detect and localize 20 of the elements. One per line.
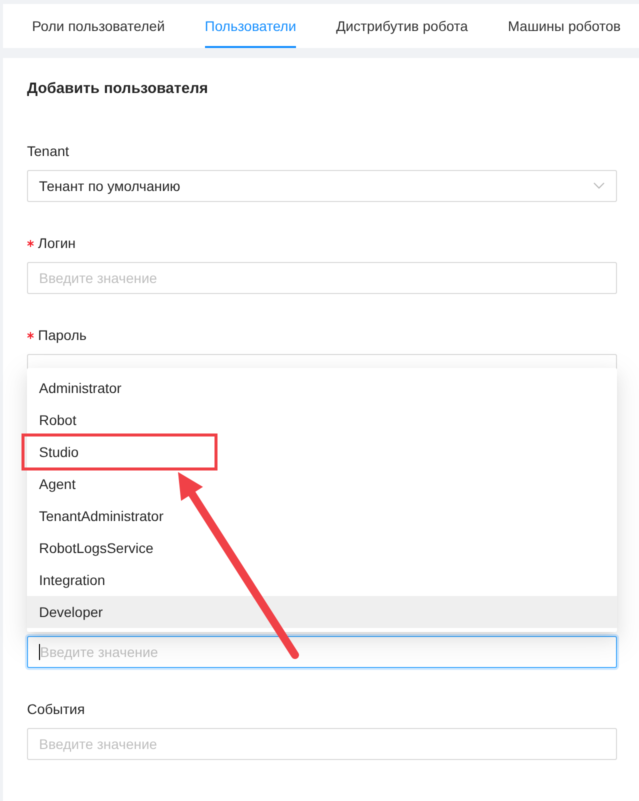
tab[interactable]: Машины роботов: [488, 4, 639, 48]
form-title: Добавить пользователя: [27, 79, 209, 99]
field-label: Tenant: [27, 142, 70, 161]
dropdown-option[interactable]: Studio: [27, 436, 617, 468]
dropdown-option[interactable]: Developer: [27, 596, 617, 628]
dropdown-option[interactable]: Integration: [27, 564, 617, 596]
required-asterisk-icon: [27, 332, 34, 338]
tab[interactable]: Дистрибутив робота: [316, 4, 488, 48]
dropdown-option[interactable]: RobotLogsService: [27, 532, 617, 564]
dropdown-option[interactable]: Agent: [27, 468, 617, 500]
select-field[interactable]: Тенант по умолчанию: [27, 170, 617, 202]
dropdown-option[interactable]: Robot: [27, 404, 617, 436]
dropdown-option[interactable]: Administrator: [27, 372, 617, 404]
field-label: События: [27, 700, 85, 719]
chevron-down-icon: [593, 182, 605, 190]
field-label: Пароль: [38, 326, 87, 345]
dropdown-option[interactable]: TenantAdministrator: [27, 500, 617, 532]
tab[interactable]: Роли пользователей: [12, 4, 185, 48]
required-asterisk-icon: [27, 240, 34, 246]
field-label: Логин: [38, 234, 76, 253]
